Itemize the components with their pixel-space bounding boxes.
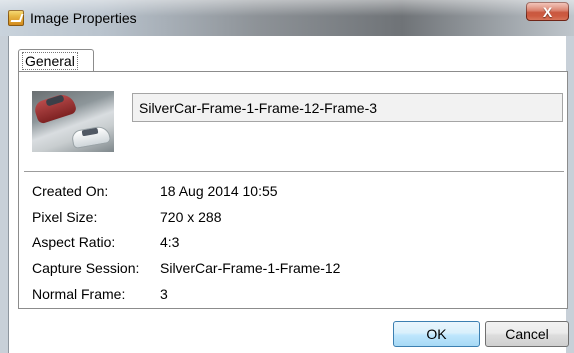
tab-general-label: General [22, 52, 78, 70]
normal-frame-label: Normal Frame: [32, 286, 126, 302]
java-app-icon [8, 10, 24, 26]
ok-button[interactable]: OK [393, 321, 480, 347]
close-icon: X [542, 3, 553, 20]
window-title: Image Properties [30, 10, 137, 26]
pixel-size-label: Pixel Size: [32, 209, 98, 225]
created-on-label: Created On: [32, 183, 109, 199]
capture-session-label: Capture Session: [32, 260, 140, 276]
normal-frame-value: 3 [160, 286, 168, 302]
close-button[interactable]: X [526, 2, 569, 21]
aspect-ratio-value: 4:3 [160, 234, 180, 250]
image-thumbnail [32, 91, 114, 152]
cancel-button[interactable]: Cancel [485, 321, 569, 347]
image-name-value: SilverCar-Frame-1-Frame-12-Frame-3 [139, 100, 378, 116]
pixel-size-value: 720 x 288 [160, 209, 222, 225]
window-frame-left [0, 36, 8, 353]
image-name-field[interactable]: SilverCar-Frame-1-Frame-12-Frame-3 [132, 93, 563, 122]
separator [24, 171, 564, 172]
tab-general[interactable]: General [18, 49, 94, 72]
created-on-value: 18 Aug 2014 10:55 [160, 183, 278, 199]
image-properties-dialog: Image Properties X General SilverCar-Fra… [0, 0, 574, 353]
title-bar[interactable]: Image Properties X [0, 0, 574, 36]
aspect-ratio-label: Aspect Ratio: [32, 234, 116, 250]
capture-session-value: SilverCar-Frame-1-Frame-12 [160, 260, 341, 276]
